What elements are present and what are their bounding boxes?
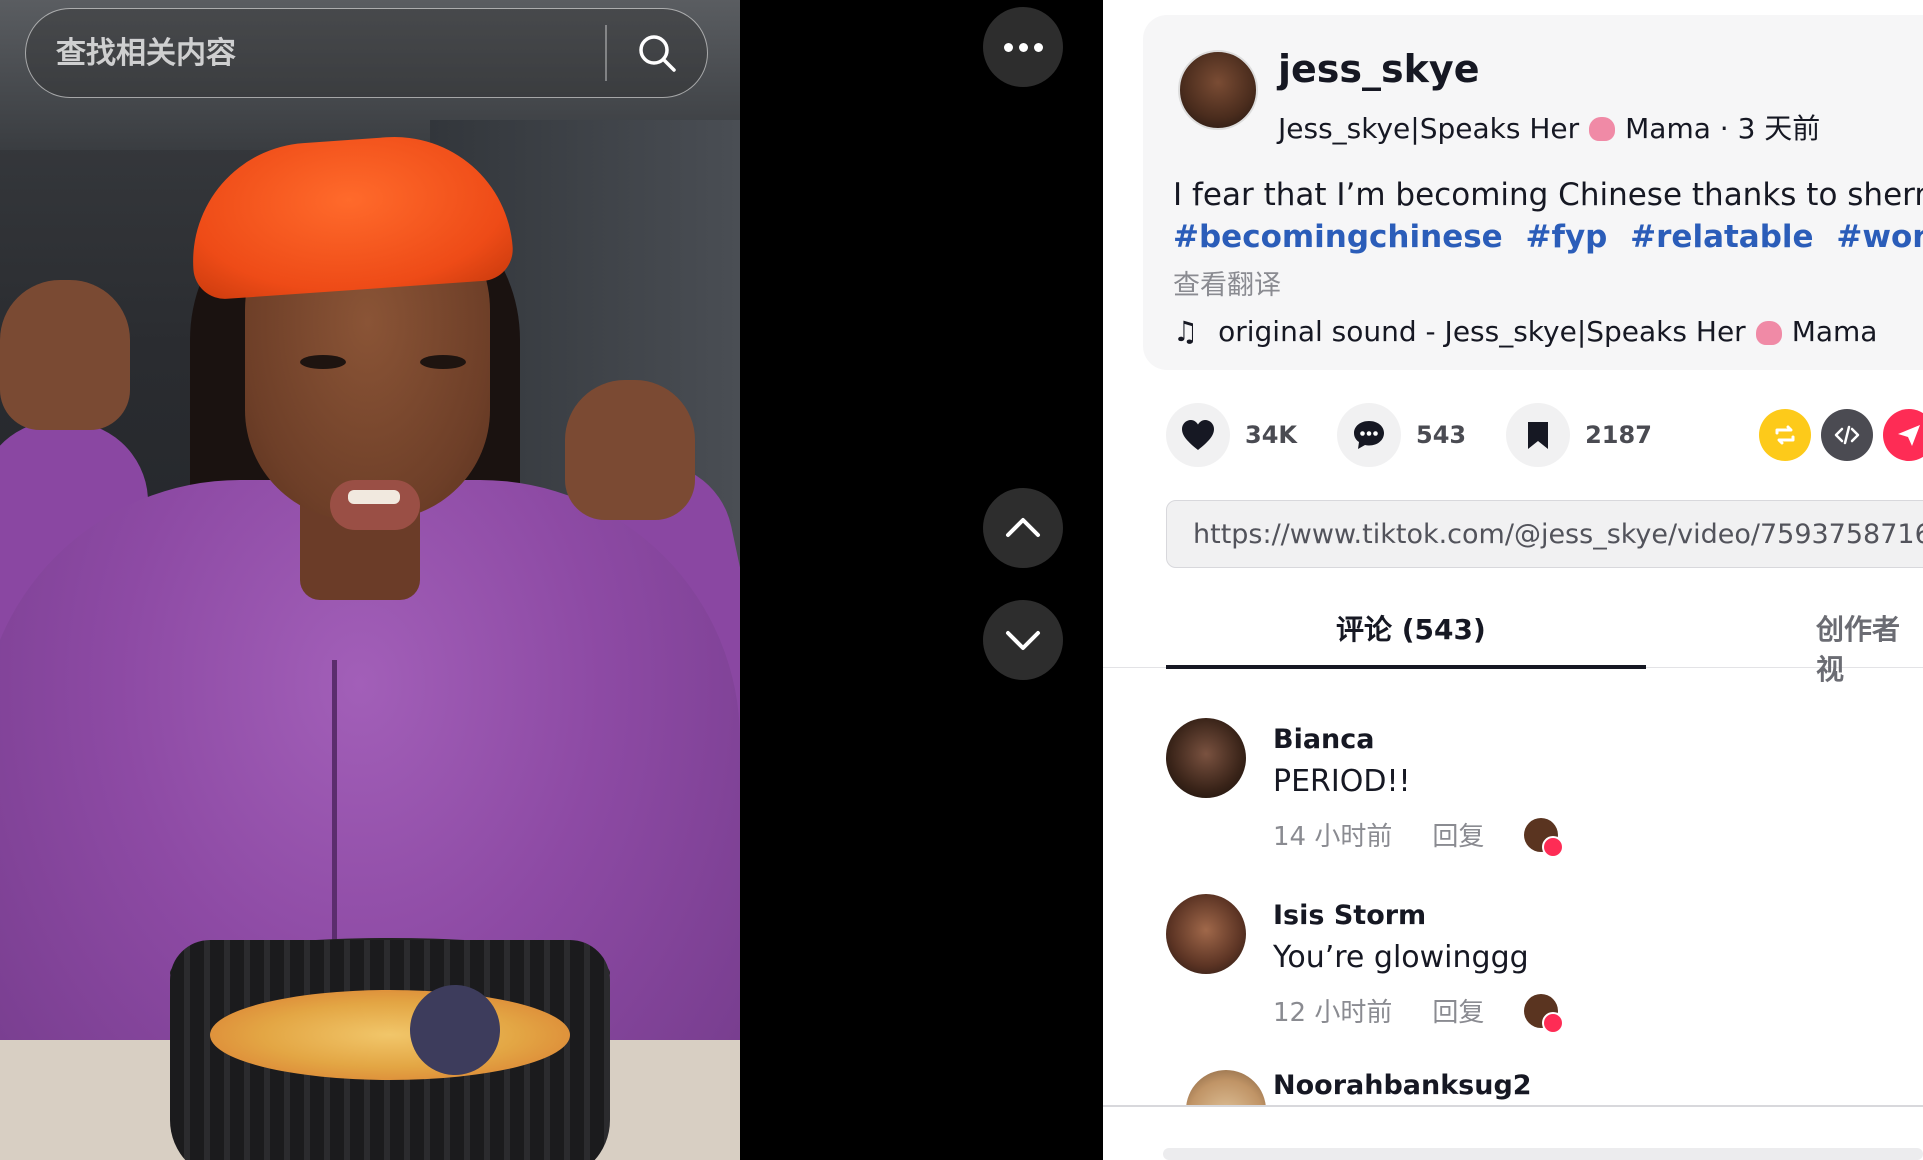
- see-translation-link[interactable]: 查看翻译: [1173, 263, 1281, 302]
- send-to-friends-button[interactable]: [1883, 409, 1923, 461]
- post-time: 3 天前: [1737, 112, 1821, 145]
- search-input[interactable]: [26, 9, 605, 97]
- creator-liked-icon: [1524, 817, 1565, 858]
- post-caption: I fear that I’m becoming Chinese thanks …: [1173, 177, 1923, 213]
- comment-text: PERIOD!!: [1273, 764, 1411, 799]
- chevron-down-icon: [1006, 631, 1040, 650]
- hashtag-link[interactable]: #fyp: [1526, 219, 1608, 255]
- like-count: 34K: [1245, 421, 1297, 449]
- video-person-mouth: [330, 480, 420, 530]
- comment-time: 14 小时前: [1273, 822, 1393, 852]
- details-panel: jess_skye Jess_skye|Speaks Her Mama · 3 天…: [1103, 0, 1923, 1160]
- active-tab-indicator: [1166, 665, 1646, 669]
- embed-code-icon: [1834, 425, 1860, 445]
- commenter-avatar[interactable]: [1166, 894, 1246, 974]
- search-button[interactable]: [607, 9, 707, 97]
- brain-emoji-icon: [1589, 117, 1616, 141]
- sound-name: original sound - Jess_skye|Speaks Her: [1218, 315, 1746, 348]
- previous-video-button[interactable]: [983, 488, 1063, 568]
- video-wonton-soup: [210, 990, 570, 1080]
- author-username[interactable]: jess_skye: [1278, 47, 1479, 91]
- post-hashtags: #becomingchinese #fyp #relatable #wonton…: [1173, 219, 1923, 255]
- add-comment-bar[interactable]: [1163, 1148, 1923, 1160]
- embed-button[interactable]: [1821, 409, 1873, 461]
- brain-emoji-icon: [1755, 321, 1782, 345]
- repost-button[interactable]: [1759, 409, 1811, 461]
- commenter-name[interactable]: Noorahbanksug2: [1273, 1070, 1532, 1101]
- comment-item: Bianca PERIOD!! 14 小时前 回复: [1166, 718, 1923, 868]
- commenter-name[interactable]: Isis Storm: [1273, 900, 1426, 931]
- video-person-teeth: [348, 490, 400, 504]
- comment-time: 12 小时前: [1273, 998, 1393, 1028]
- hashtag-link[interactable]: #relatable: [1630, 219, 1813, 255]
- repost-icon: [1775, 425, 1795, 445]
- next-video-button[interactable]: [983, 600, 1063, 680]
- comment-list-divider: [1103, 1105, 1923, 1107]
- heart-icon: [1182, 420, 1214, 450]
- post-info-card: jess_skye Jess_skye|Speaks Her Mama · 3 天…: [1143, 15, 1923, 370]
- comment-count: 543: [1416, 421, 1467, 449]
- tab-comments[interactable]: 评论 (543): [1336, 608, 1486, 648]
- comment-meta: 14 小时前 回复: [1273, 816, 1565, 858]
- like-button[interactable]: 34K: [1166, 403, 1297, 467]
- favorite-button[interactable]: 2187: [1506, 403, 1652, 467]
- video-player[interactable]: [0, 0, 740, 1160]
- more-options-button[interactable]: [983, 7, 1063, 87]
- video-person-right-eye: [420, 355, 466, 369]
- commenter-name[interactable]: Bianca: [1273, 724, 1375, 755]
- sound-link[interactable]: ♫ original sound - Jess_skye|Speaks Her M…: [1173, 315, 1877, 348]
- creator-liked-icon: [1524, 993, 1565, 1034]
- sound-name-suffix: Mama: [1791, 315, 1878, 348]
- action-bar: 34K 543 2187: [1166, 403, 1692, 467]
- reply-button[interactable]: 回复: [1432, 992, 1484, 1029]
- author-display-name-suffix: Mama: [1625, 112, 1711, 145]
- author-display-name[interactable]: Jess_skye|Speaks Her: [1278, 112, 1579, 145]
- hashtag-link[interactable]: #becomingchinese: [1173, 219, 1503, 255]
- video-person-right-hand: [565, 380, 695, 520]
- comment-text: You’re glowinggg: [1273, 940, 1529, 975]
- reply-button[interactable]: 回复: [1432, 816, 1484, 853]
- more-dots-icon: [1001, 42, 1046, 52]
- author-avatar[interactable]: [1178, 50, 1258, 130]
- hashtag-link[interactable]: #wontonsoup: [1836, 219, 1923, 255]
- paper-plane-icon: [1898, 425, 1920, 446]
- chevron-up-icon: [1006, 518, 1040, 537]
- comment-meta: 12 小时前 回复: [1273, 992, 1565, 1034]
- author-subline: Jess_skye|Speaks Her Mama · 3 天前: [1278, 107, 1820, 147]
- panel-tabs: 评论 (543) 创作者视: [1103, 598, 1923, 686]
- bookmark-icon: [1528, 422, 1549, 449]
- time-separator: ·: [1719, 112, 1729, 145]
- music-note-icon: ♫: [1173, 315, 1199, 348]
- favorite-count: 2187: [1585, 421, 1652, 449]
- commenter-avatar[interactable]: [1186, 1070, 1266, 1106]
- comment-item: Noorahbanksug2: [1166, 1070, 1923, 1106]
- share-url-field[interactable]: https://www.tiktok.com/@jess_skye/video/…: [1166, 500, 1923, 568]
- comment-item: Isis Storm You’re glowinggg 12 小时前 回复: [1166, 894, 1923, 1044]
- tab-creator-videos[interactable]: 创作者视: [1816, 608, 1923, 688]
- commenter-avatar[interactable]: [1166, 718, 1246, 798]
- search-icon: [639, 35, 676, 72]
- video-person-left-eye: [300, 355, 346, 369]
- video-person-left-hand: [0, 280, 130, 430]
- search-bar[interactable]: [25, 8, 708, 98]
- comment-bubble-icon: [1354, 421, 1384, 449]
- comment-button[interactable]: 543: [1337, 403, 1466, 467]
